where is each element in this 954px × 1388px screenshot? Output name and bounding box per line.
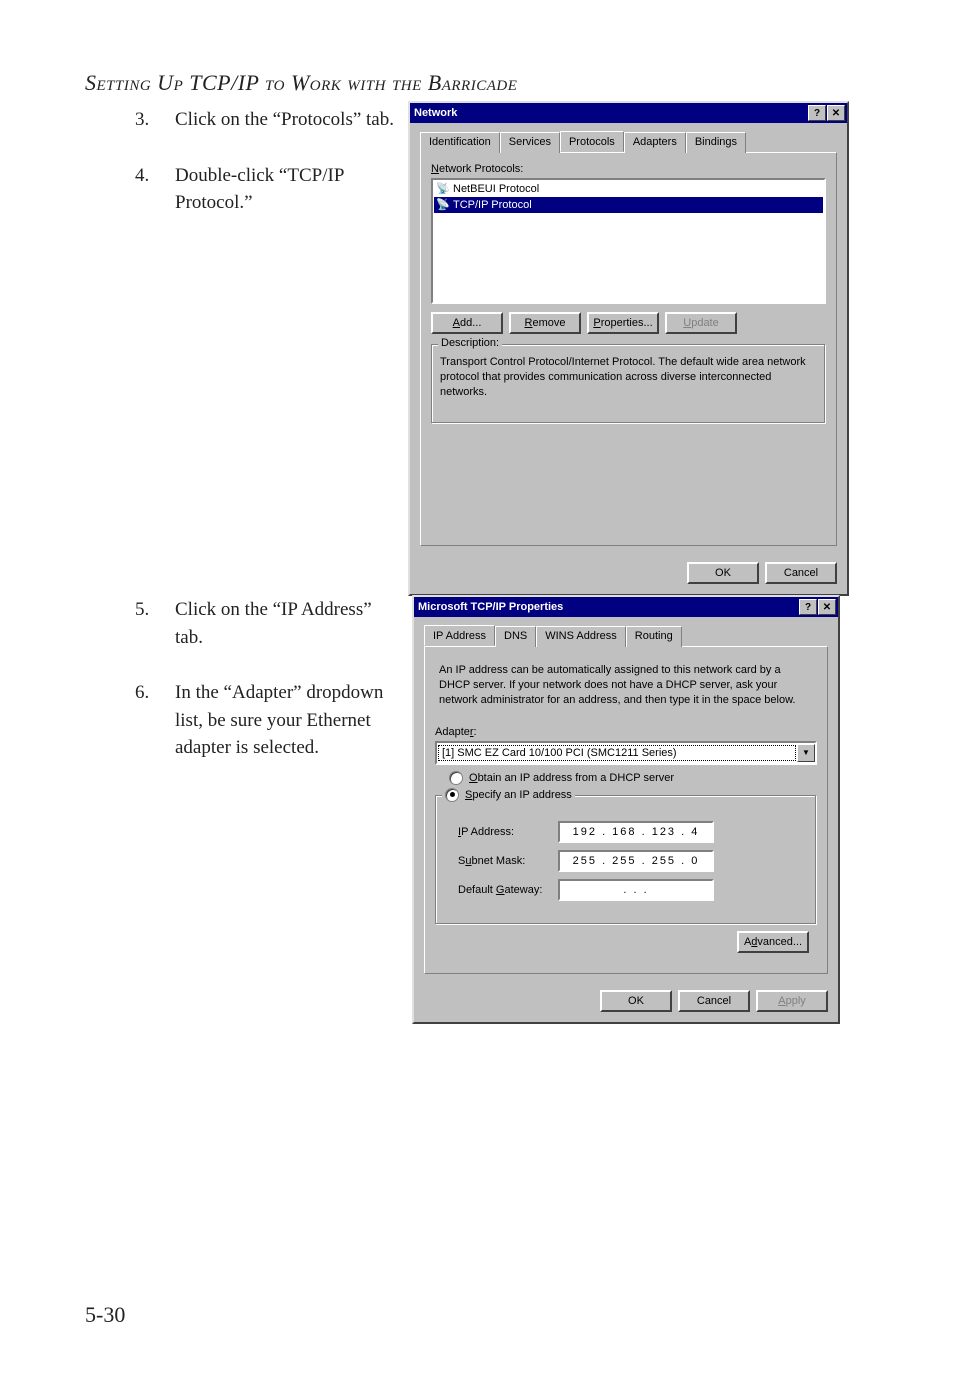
description-text: Transport Control Protocol/Internet Prot… bbox=[440, 355, 817, 415]
ok-button[interactable]: OK bbox=[687, 562, 759, 584]
tab-wins[interactable]: WINS Address bbox=[536, 626, 626, 647]
remove-button[interactable]: Remove bbox=[509, 312, 581, 334]
network-dialog: Network ? ✕ Identification Services Prot… bbox=[408, 101, 849, 596]
step-text: Double-click “TCP/IP Protocol.” bbox=[175, 162, 395, 217]
list-item[interactable]: 📡 TCP/IP Protocol bbox=[434, 197, 823, 213]
titlebar[interactable]: Network ? ✕ bbox=[410, 103, 847, 123]
step-5: 5. Click on the “IP Address” tab. bbox=[135, 596, 395, 651]
radio-label: Specify an IP address bbox=[465, 789, 572, 801]
step-text: In the “Adapter” dropdown list, be sure … bbox=[175, 679, 395, 762]
cancel-button[interactable]: Cancel bbox=[678, 990, 750, 1012]
subnet-mask-label: Subnet Mask: bbox=[458, 855, 558, 867]
close-icon[interactable]: ✕ bbox=[827, 105, 845, 121]
step-3: 3. Click on the “Protocols” tab. bbox=[135, 106, 395, 134]
ip-address-label: IP Address: bbox=[458, 826, 558, 838]
tab-services[interactable]: Services bbox=[500, 132, 560, 153]
tab-bindings[interactable]: Bindings bbox=[686, 132, 746, 153]
titlebar[interactable]: Microsoft TCP/IP Properties ? ✕ bbox=[414, 597, 838, 617]
tab-routing[interactable]: Routing bbox=[626, 626, 682, 647]
radio-label: Obtain an IP address from a DHCP server bbox=[469, 772, 674, 784]
list-item-label: NetBEUI Protocol bbox=[453, 183, 539, 195]
protocols-list-label: Network Protocols: bbox=[431, 163, 826, 175]
properties-button[interactable]: Properties... bbox=[587, 312, 659, 334]
help-icon[interactable]: ? bbox=[799, 599, 817, 615]
adapter-label: Adapter: bbox=[435, 726, 817, 738]
help-icon[interactable]: ? bbox=[808, 105, 826, 121]
page-header: Setting Up TCP/IP to Work with the Barri… bbox=[0, 0, 954, 96]
chevron-down-icon[interactable]: ▼ bbox=[797, 744, 815, 762]
adapter-value: [1] SMC EZ Card 10/100 PCI (SMC1211 Seri… bbox=[438, 745, 796, 761]
default-gateway-label: Default Gateway: bbox=[458, 884, 558, 896]
ip-address-input[interactable]: 192 . 168 . 123 . 4 bbox=[558, 821, 714, 843]
cancel-button[interactable]: Cancel bbox=[765, 562, 837, 584]
add-button[interactable]: Add... bbox=[431, 312, 503, 334]
protocol-icon: 📡 bbox=[436, 182, 450, 196]
apply-button: AApplypply bbox=[756, 990, 828, 1012]
update-button: Update bbox=[665, 312, 737, 334]
step-number: 6. bbox=[135, 679, 175, 762]
tab-identification[interactable]: Identification bbox=[420, 132, 500, 153]
radio-specify-ip[interactable]: Specify an IP address bbox=[442, 788, 575, 802]
tab-ip-address[interactable]: IP Address bbox=[424, 625, 495, 646]
adapter-dropdown[interactable]: [1] SMC EZ Card 10/100 PCI (SMC1211 Seri… bbox=[435, 741, 817, 765]
close-icon[interactable]: ✕ bbox=[818, 599, 836, 615]
radio-obtain-dhcp[interactable]: Obtain an IP address from a DHCP server bbox=[449, 771, 817, 785]
tcpip-properties-dialog: Microsoft TCP/IP Properties ? ✕ IP Addre… bbox=[412, 595, 840, 1024]
step-number: 3. bbox=[135, 106, 175, 134]
protocols-listbox[interactable]: 📡 NetBEUI Protocol 📡 TCP/IP Protocol bbox=[431, 178, 826, 304]
default-gateway-input[interactable]: . . . bbox=[558, 879, 714, 901]
titlebar-text: Network bbox=[414, 107, 807, 119]
page-number: 5-30 bbox=[85, 1302, 125, 1328]
info-text: An IP address can be automatically assig… bbox=[435, 657, 817, 726]
step-text: Click on the “IP Address” tab. bbox=[175, 596, 395, 651]
list-item-label: TCP/IP Protocol bbox=[453, 199, 532, 211]
advanced-button[interactable]: Advanced... bbox=[737, 931, 809, 953]
protocol-icon: 📡 bbox=[436, 198, 450, 212]
titlebar-text: Microsoft TCP/IP Properties bbox=[418, 601, 798, 613]
tab-dns[interactable]: DNS bbox=[495, 626, 536, 647]
step-number: 5. bbox=[135, 596, 175, 651]
description-label: Description: bbox=[438, 337, 502, 349]
step-4: 4. Double-click “TCP/IP Protocol.” bbox=[135, 162, 395, 217]
ok-button[interactable]: OK bbox=[600, 990, 672, 1012]
step-number: 4. bbox=[135, 162, 175, 217]
subnet-mask-input[interactable]: 255 . 255 . 255 . 0 bbox=[558, 850, 714, 872]
radio-icon bbox=[449, 771, 463, 785]
list-item[interactable]: 📡 NetBEUI Protocol bbox=[434, 181, 823, 197]
tab-adapters[interactable]: Adapters bbox=[624, 132, 686, 153]
tab-protocols[interactable]: Protocols bbox=[560, 131, 624, 152]
step-text: Click on the “Protocols” tab. bbox=[175, 106, 395, 134]
radio-icon bbox=[445, 788, 459, 802]
step-6: 6. In the “Adapter” dropdown list, be su… bbox=[135, 679, 395, 762]
